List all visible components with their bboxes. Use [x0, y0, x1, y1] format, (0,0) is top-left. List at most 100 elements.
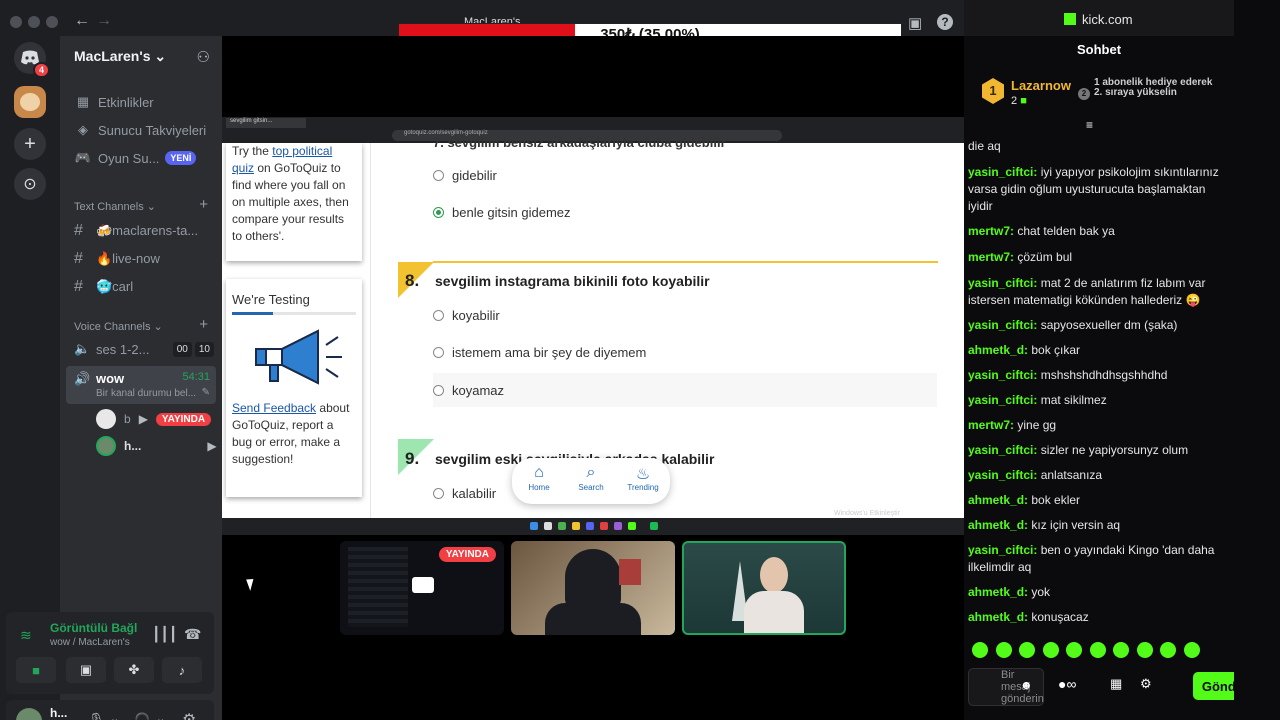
emote-icon[interactable] [1136, 642, 1153, 658]
infinity-icon[interactable]: ●∞ [1058, 676, 1076, 692]
signal-icon[interactable]: ≋ [20, 627, 32, 644]
top-gifter-name[interactable]: Lazarnow [1011, 78, 1071, 93]
q8-option-koyabilir[interactable]: koyabilir [433, 298, 937, 332]
emote-icon[interactable] [1113, 642, 1129, 658]
add-member-icon[interactable]: ⚇ [197, 48, 210, 66]
spotify-icon[interactable] [650, 522, 658, 530]
nav-home[interactable]: ⌂ Home [516, 464, 562, 492]
chat-username[interactable]: yasin_ciftci: [968, 368, 1037, 382]
radio-button[interactable] [433, 169, 444, 181]
voice-user-h[interactable]: h... ▶ [96, 435, 217, 457]
emote-icon[interactable] [1160, 642, 1176, 658]
arrow-right-icon[interactable]: → [96, 12, 112, 30]
q8-option-istemem[interactable]: istemem ama bir şey de diyemem [433, 335, 937, 369]
voice-user-b[interactable]: b ▶ YAYINDA [96, 408, 212, 430]
nav-search[interactable]: ⌕ Search [568, 464, 614, 492]
q7-option-gidebilir[interactable]: gidebilir [433, 158, 937, 192]
disconnect-icon[interactable]: ☎ [184, 626, 201, 643]
camera-button[interactable]: ■ [16, 657, 56, 683]
radio-button-selected[interactable] [433, 206, 444, 218]
video-tile-webcam-b[interactable] [511, 541, 675, 635]
emote-icon[interactable] [1019, 642, 1035, 658]
chat-username[interactable]: ahmetk_d: [968, 518, 1028, 532]
activities-button[interactable]: ✤ [114, 657, 154, 683]
server-name-button[interactable]: MacLaren's ⌄ [74, 48, 166, 65]
app-taskbar-icon[interactable] [614, 522, 622, 530]
gear-icon[interactable]: ⚙ [182, 710, 196, 720]
emote-icon[interactable] [1042, 642, 1059, 658]
help-icon[interactable]: ? [937, 14, 953, 30]
chevron-down-icon[interactable]: ⌄ [110, 712, 119, 720]
channel-carl[interactable]: # 🥶carl [68, 274, 214, 300]
microphone-icon[interactable]: 🎙 [88, 712, 105, 720]
app-taskbar-icon[interactable] [600, 522, 608, 530]
send-button[interactable]: Gönder [1193, 672, 1234, 700]
q8-option-koyamaz[interactable]: koyamaz [433, 373, 937, 407]
chat-username[interactable]: ahmetk_d: [968, 493, 1028, 507]
pencil-icon[interactable]: ✎ [202, 387, 210, 398]
chat-username[interactable]: yasin_ciftci: [968, 393, 1037, 407]
headphones-icon[interactable]: 🎧 [134, 712, 150, 720]
emoji-icon[interactable]: ☻ [1020, 678, 1033, 692]
maximize-window-button[interactable] [46, 16, 58, 28]
add-text-channel-icon[interactable]: + [199, 196, 208, 213]
channel-status[interactable]: Bir kanal durumu bel... [96, 388, 196, 399]
sidebar-item-events[interactable]: ▦ Etkinlikler [68, 88, 214, 116]
close-window-button[interactable] [10, 16, 22, 28]
voice-channel-ses[interactable]: 🔈 ses 1-2... 00 10 [68, 336, 214, 362]
noise-suppression-icon[interactable]: ┃┃┃ [152, 626, 177, 643]
start-icon[interactable] [530, 522, 538, 530]
chat-username[interactable]: ahmetk_d: [968, 343, 1028, 357]
radio-button[interactable] [433, 346, 444, 358]
chat-username[interactable]: mertw7: [968, 418, 1014, 432]
discord-taskbar-icon[interactable] [586, 522, 594, 530]
video-tile-webcam-h[interactable] [682, 541, 846, 635]
chrome-icon[interactable] [558, 522, 566, 530]
shared-screen-stream[interactable]: sevgilim gitsin... gotoquiz.com/sevgilim… [222, 117, 964, 518]
sidebar-item-boosts[interactable]: ◈ Sunucu Takviyeleri [68, 116, 214, 144]
chat-username[interactable]: mertw7: [968, 224, 1014, 238]
minimize-window-button[interactable] [28, 16, 40, 28]
emote-icon[interactable] [972, 642, 988, 658]
emote-icon[interactable] [1066, 642, 1082, 658]
avatar[interactable] [16, 708, 42, 720]
sidebar-item-games[interactable]: 🎮 Oyun Su... YENİ [68, 144, 214, 172]
folder-icon[interactable] [572, 522, 580, 530]
radio-button[interactable] [433, 384, 444, 396]
add-voice-channel-icon[interactable]: + [199, 316, 208, 333]
chat-username[interactable]: ahmetk_d: [968, 585, 1028, 599]
store-icon[interactable]: ▦ [1110, 676, 1122, 692]
channel-maclarens-talk[interactable]: # 🍻maclarens-ta... [68, 218, 214, 244]
chat-username[interactable]: yasin_ciftci: [968, 276, 1037, 290]
emote-icon[interactable] [1183, 642, 1200, 658]
voice-status-subtitle[interactable]: wow / MacLaren's [50, 637, 130, 648]
chevron-down-icon[interactable]: ⌄ [156, 712, 165, 720]
voice-channel-wow[interactable]: 🔊 wow 54:31 Bir kanal durumu bel... ✎ [66, 366, 216, 404]
video-tile-stream[interactable]: YAYINDA [340, 541, 504, 635]
search-taskbar-icon[interactable] [544, 522, 552, 530]
compass-icon[interactable]: ⊙ [14, 168, 46, 200]
app-taskbar-icon[interactable] [628, 522, 636, 530]
q9-option-kalabilir[interactable]: kalabilir [433, 476, 937, 510]
channel-live-now[interactable]: # 🔥live-now [68, 246, 214, 272]
chat-username[interactable]: yasin_ciftci: [968, 443, 1037, 457]
add-server-icon[interactable]: + [14, 128, 46, 160]
server-maclarens-icon[interactable] [14, 86, 46, 118]
radio-button[interactable] [433, 487, 444, 499]
arrow-left-icon[interactable]: ← [74, 12, 90, 30]
q7-option-benle-gitsin[interactable]: benle gitsin gidemez [433, 195, 937, 229]
chat-username[interactable]: mertw7: [968, 250, 1014, 264]
chat-username[interactable]: yasin_ciftci: [968, 468, 1037, 482]
nav-trending[interactable]: ♨ Trending [620, 464, 666, 492]
voice-channels-category[interactable]: Voice Channels ⌄ [74, 320, 163, 333]
radio-button[interactable] [433, 309, 444, 321]
chat-username[interactable]: yasin_ciftci: [968, 543, 1037, 557]
screen-share-button[interactable]: ▣ [66, 657, 106, 683]
text-channels-category[interactable]: Text Channels ⌄ [74, 200, 156, 213]
send-feedback-link[interactable]: Send Feedback [232, 401, 316, 415]
pinned-collapse-icon[interactable]: ≡ [1086, 118, 1093, 132]
inbox-icon[interactable]: ▣ [908, 14, 922, 32]
chat-username[interactable]: yasin_ciftci: [968, 165, 1037, 179]
chat-username[interactable]: ahmetk_d: [968, 610, 1028, 624]
browser-tab[interactable]: sevgilim gitsin... [226, 118, 306, 128]
